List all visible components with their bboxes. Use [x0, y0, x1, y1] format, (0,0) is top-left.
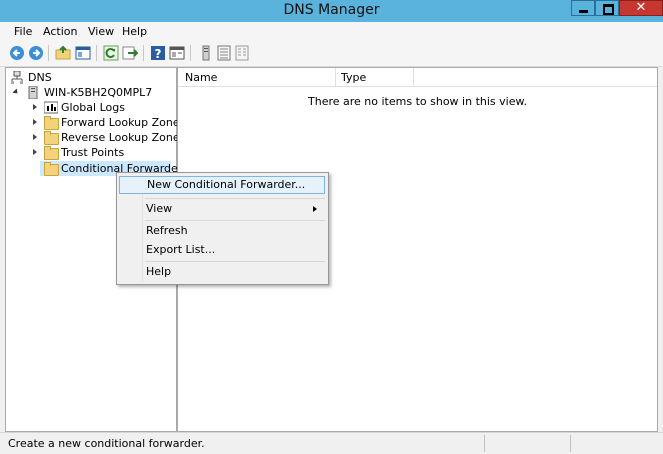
empty-message: There are no items to show in this view. — [308, 95, 527, 108]
server-icon[interactable] — [198, 45, 214, 61]
menu-action[interactable]: Action — [43, 25, 77, 38]
folder-icon — [44, 146, 59, 160]
maximize-icon — [603, 4, 614, 15]
minimize-icon — [579, 10, 588, 13]
toolbar-separator — [143, 45, 144, 61]
menu-item-refresh[interactable]: Refresh — [146, 222, 188, 240]
list-icon[interactable] — [216, 45, 232, 61]
folder-icon — [44, 116, 59, 130]
menu-item-new-conditional-forwarder[interactable]: New Conditional Forwarder... — [119, 176, 325, 194]
column-divider[interactable] — [413, 68, 414, 86]
window-title: DNS Manager — [283, 2, 380, 18]
close-icon: ✕ — [635, 0, 647, 15]
tree-label: Trust Points — [61, 146, 125, 159]
folder-icon — [44, 131, 59, 145]
menu-separator — [145, 261, 325, 262]
toolbar: ? — [0, 41, 663, 67]
menu-item-help[interactable]: Help — [146, 263, 171, 281]
status-bar: Create a new conditional forwarder. — [0, 432, 663, 454]
menu-item-export-list[interactable]: Export List... — [146, 241, 215, 259]
folder-icon — [44, 162, 59, 176]
menu-view[interactable]: View — [88, 25, 114, 38]
title-bar[interactable]: DNS Manager ✕ — [0, 0, 663, 22]
tree-label: Global Logs — [61, 101, 125, 114]
menu-separator — [145, 198, 325, 199]
event-log-icon — [44, 101, 58, 114]
server-icon — [28, 86, 38, 99]
dns-icon — [11, 71, 23, 84]
tree-label: Reverse Lookup Zones — [61, 131, 186, 144]
menu-bar: File Action View Help — [0, 22, 663, 41]
menu-help[interactable]: Help — [122, 25, 147, 38]
status-text: Create a new conditional forwarder. — [8, 437, 205, 450]
back-icon[interactable] — [9, 45, 25, 61]
expand-arrow-icon[interactable] — [33, 104, 37, 110]
expand-arrow-icon[interactable] — [33, 119, 37, 125]
menu-item-view[interactable]: View — [146, 200, 172, 218]
maximize-button[interactable] — [595, 0, 619, 16]
expand-arrow-icon[interactable] — [33, 149, 37, 155]
submenu-arrow-icon — [313, 206, 317, 212]
svg-text:?: ? — [155, 47, 162, 61]
export-icon[interactable] — [122, 45, 138, 61]
refresh-icon[interactable] — [103, 45, 119, 61]
expanded-arrow-icon[interactable] — [12, 88, 20, 96]
tree-label: Forward Lookup Zones — [61, 116, 186, 129]
up-folder-icon[interactable] — [55, 45, 71, 61]
menu-item-label: New Conditional Forwarder... — [147, 178, 306, 191]
status-divider — [570, 435, 571, 452]
dns-manager-window: DNS Manager ✕ File Action View Help ? DN… — [0, 0, 663, 454]
details-icon[interactable] — [234, 45, 250, 61]
expand-arrow-icon[interactable] — [33, 134, 37, 140]
context-menu: New Conditional Forwarder... View Refres… — [116, 172, 329, 285]
toolbar-separator — [190, 45, 191, 61]
forward-icon[interactable] — [28, 45, 44, 61]
minimize-button[interactable] — [571, 0, 595, 16]
column-type[interactable]: Type — [341, 71, 366, 84]
menu-file[interactable]: File — [14, 25, 32, 38]
column-header: Name Type — [178, 68, 657, 87]
column-divider[interactable] — [335, 68, 336, 86]
tree-label: WIN-K5BH2Q0MPL7 — [44, 86, 153, 99]
status-divider — [484, 435, 485, 452]
close-button[interactable]: ✕ — [619, 0, 663, 16]
show-hide-tree-icon[interactable] — [75, 45, 91, 61]
toolbar-separator — [48, 45, 49, 61]
toolbar-separator — [96, 45, 97, 61]
tree-label: DNS — [28, 71, 52, 84]
column-name[interactable]: Name — [185, 71, 217, 84]
menu-separator — [145, 220, 325, 221]
properties-icon[interactable] — [169, 45, 185, 61]
help-icon[interactable]: ? — [150, 45, 166, 61]
